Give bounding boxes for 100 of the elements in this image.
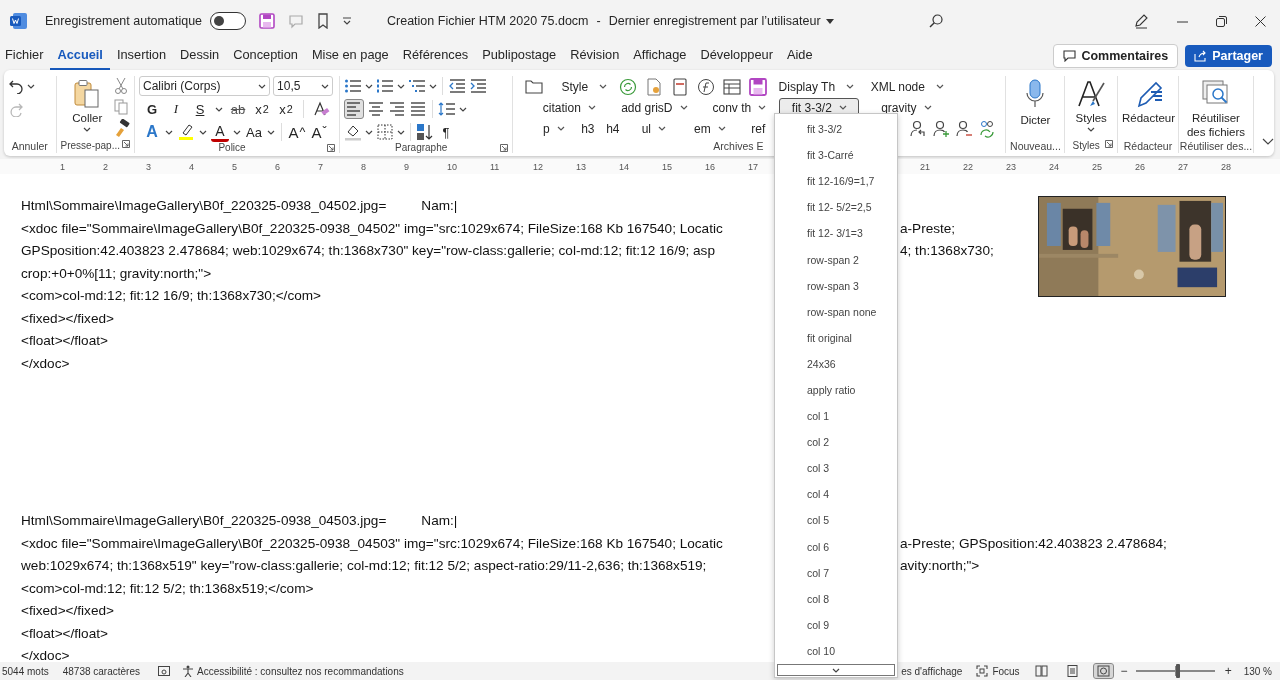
align-left-button[interactable] <box>344 99 365 119</box>
character-count[interactable]: 48738 caractères <box>62 665 140 677</box>
menu-item[interactable]: col 1 <box>775 403 897 430</box>
menu-item[interactable]: col 5 <box>775 507 897 534</box>
undo-icon[interactable] <box>8 78 24 94</box>
ribbon-tab[interactable]: Aide <box>780 42 820 70</box>
change-case-button[interactable]: Aa <box>245 122 264 142</box>
menu-item[interactable]: col 2 <box>775 429 897 456</box>
strikethrough-button[interactable]: ab <box>229 99 248 119</box>
editor-button[interactable]: Rédacteur <box>1122 111 1176 125</box>
dropdown-button[interactable]: p <box>541 119 572 138</box>
dictate-button[interactable]: Dicter <box>1020 113 1051 127</box>
menu-item[interactable]: row-span none <box>775 298 897 325</box>
person-undo-icon[interactable] <box>909 119 928 138</box>
menu-resize-bar[interactable] <box>777 664 895 676</box>
accessibility-icon[interactable] <box>182 665 194 677</box>
search-icon[interactable] <box>929 14 943 28</box>
caret-icon[interactable] <box>832 667 840 673</box>
ribbon-tab[interactable]: Conception <box>226 42 305 70</box>
web-layout-button[interactable] <box>1093 664 1113 678</box>
caret-icon[interactable] <box>258 83 267 89</box>
save-status[interactable]: Dernier enregistrement par l’utilisateur <box>608 14 821 28</box>
ribbon-button[interactable]: ref <box>743 119 774 138</box>
sort-icon[interactable] <box>416 123 435 141</box>
font-name-field[interactable]: Calibri (Corps) <box>139 76 271 96</box>
menu-item[interactable]: apply ratio <box>775 376 897 404</box>
caret-icon[interactable] <box>758 105 767 110</box>
folder-icon[interactable] <box>525 77 544 96</box>
menu-item[interactable]: col 3 <box>775 455 897 482</box>
ribbon-tab[interactable]: Insertion <box>109 42 174 70</box>
save-icon[interactable] <box>749 77 768 96</box>
collapse-ribbon-icon[interactable] <box>1262 138 1274 146</box>
align-center-button[interactable] <box>367 99 386 119</box>
menu-item[interactable]: col 7 <box>775 559 897 586</box>
function-icon[interactable] <box>697 77 716 96</box>
zoom-in-button[interactable]: + <box>1224 664 1232 678</box>
caret-icon[interactable] <box>365 83 374 89</box>
increase-indent-icon[interactable] <box>469 78 488 94</box>
caret-icon[interactable] <box>267 129 276 135</box>
reuse-files-button[interactable]: Réutiliser des fichiers <box>1183 111 1249 139</box>
decrease-indent-icon[interactable] <box>448 78 467 94</box>
caret-icon[interactable] <box>846 84 855 89</box>
menu-item[interactable]: fit 3-Carré <box>775 142 897 169</box>
zoom-percent[interactable]: 130 % <box>1243 665 1272 677</box>
justify-button[interactable] <box>409 99 428 119</box>
caret-icon[interactable] <box>165 129 174 135</box>
caret-icon[interactable] <box>429 83 438 89</box>
line-spacing-icon[interactable] <box>438 101 457 117</box>
restore-icon[interactable] <box>1216 15 1227 27</box>
clear-format-icon[interactable] <box>312 100 331 118</box>
ribbon-tab[interactable]: Révision <box>563 42 627 70</box>
numbered-list-icon[interactable] <box>376 78 395 94</box>
menu-item[interactable]: fit 3-3/2 <box>775 116 897 143</box>
caret-icon[interactable] <box>838 105 847 110</box>
macro-icon[interactable] <box>158 665 170 677</box>
dropdown-button[interactable]: citation <box>535 98 604 117</box>
ribbon-button[interactable]: h3 <box>575 119 601 138</box>
ribbon-tab[interactable]: Affichage <box>626 42 694 70</box>
bullet-list-icon[interactable] <box>344 78 363 94</box>
dropdown-button[interactable]: Style <box>557 77 616 96</box>
caret-icon[interactable] <box>1087 127 1096 132</box>
styles-button[interactable]: Styles <box>1075 111 1107 125</box>
zoom-out-button[interactable]: − <box>1120 664 1128 678</box>
menu-item[interactable]: fit 12- 3/1=3 <box>775 220 897 247</box>
pen-icon[interactable] <box>1133 13 1149 29</box>
borders-icon[interactable] <box>376 123 395 141</box>
dropdown-button[interactable]: em <box>691 119 734 138</box>
launcher-icon[interactable] <box>500 144 509 152</box>
book-icon[interactable] <box>671 77 690 96</box>
people-sync-icon[interactable] <box>978 119 997 138</box>
caret-icon[interactable] <box>599 84 608 89</box>
close-icon[interactable] <box>1255 15 1266 27</box>
dropdown-button[interactable]: conv th <box>703 98 776 117</box>
accessibility-status[interactable]: Accessibilité : consultez nos recommandations <box>197 665 404 677</box>
paste-button[interactable]: Coller <box>72 111 103 125</box>
ribbon-tab[interactable]: Publipostage <box>475 42 564 70</box>
refresh-icon[interactable] <box>619 77 638 96</box>
caret-icon[interactable] <box>397 83 406 89</box>
menu-item[interactable]: row-span 2 <box>775 246 897 273</box>
autosave-toggle[interactable] <box>210 12 247 30</box>
styles-icon[interactable] <box>1076 79 1107 109</box>
caret-icon[interactable] <box>459 106 468 112</box>
caret-icon[interactable] <box>233 129 242 135</box>
menu-item[interactable]: fit 12- 5/2=2,5 <box>775 194 897 221</box>
caret-icon[interactable] <box>27 83 35 89</box>
ribbon-tab[interactable]: Mise en page <box>304 42 396 70</box>
caret-icon[interactable] <box>658 126 666 131</box>
menu-item[interactable]: col 8 <box>775 585 897 612</box>
caret-icon[interactable] <box>679 105 688 110</box>
zoom-slider-thumb[interactable] <box>1176 664 1181 678</box>
launcher-icon[interactable] <box>122 140 131 148</box>
ribbon-tab[interactable]: Dessin <box>173 42 227 70</box>
caret-icon[interactable] <box>935 84 944 89</box>
comments-button[interactable]: Commentaires <box>1053 44 1179 68</box>
launcher-icon[interactable] <box>1105 140 1113 148</box>
caret-icon[interactable] <box>397 129 406 135</box>
customize-icon[interactable] <box>342 17 353 25</box>
launcher-icon[interactable] <box>327 144 336 152</box>
caret-icon[interactable] <box>199 129 208 135</box>
menu-item[interactable]: fit 12-16/9=1,7 <box>775 168 897 195</box>
